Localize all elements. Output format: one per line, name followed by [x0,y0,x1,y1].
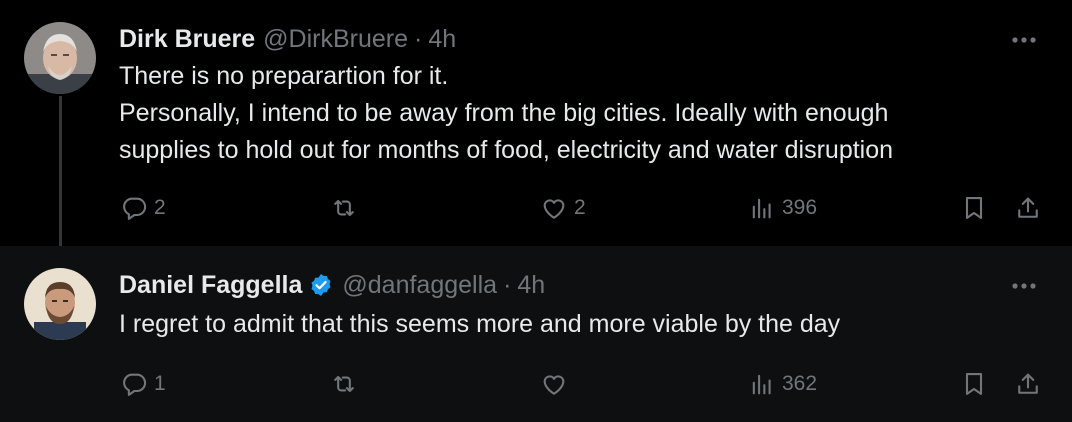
retweet-button[interactable] [330,190,364,226]
reply-button[interactable]: 2 [120,190,166,226]
action-bar: 1 362 [0,366,1072,402]
view-count: 396 [782,196,818,219]
thread-connector-line [59,96,62,261]
tweet[interactable]: Dirk Bruere @DirkBruere · 4h There is no… [0,0,1072,261]
view-count: 362 [782,372,818,395]
header-separator: · [503,270,512,299]
heart-icon [543,375,565,395]
more-options-icon[interactable] [1010,30,1038,50]
tweet-text-line: Personally, I intend to be away from the… [119,99,889,127]
retweet-button[interactable] [330,366,364,402]
views-button[interactable]: 362 [748,366,817,402]
action-bar: 2 2 396 [0,190,1072,226]
avatar[interactable] [24,22,96,94]
verified-badge-icon [308,272,334,298]
header-separator: · [414,24,423,53]
tweet-text-line: There is no preparartion for it. [119,62,449,90]
user-handle[interactable]: @DirkBruere [263,25,408,54]
share-button[interactable] [1014,190,1042,226]
avatar[interactable] [24,268,96,340]
share-icon [1018,373,1038,394]
tweet-header: Dirk Bruere @DirkBruere · 4h [119,24,456,54]
display-name[interactable]: Dirk Bruere [119,25,255,54]
bookmark-icon [965,373,983,395]
share-icon [1018,197,1038,218]
avatar-bearded-man-icon [24,268,96,340]
views-button[interactable]: 396 [748,190,817,226]
analytics-icon [752,374,771,395]
avatar-older-man-icon [24,22,96,94]
bookmark-button[interactable] [960,366,988,402]
reply-icon [123,197,147,220]
bookmark-icon [965,197,983,219]
more-options-icon[interactable] [1010,276,1038,296]
retweet-icon [334,375,354,393]
like-button[interactable] [540,366,574,402]
timestamp[interactable]: 4h [517,271,545,300]
bookmark-button[interactable] [960,190,988,226]
reply-count: 1 [154,372,166,395]
display-name[interactable]: Daniel Faggella [119,271,302,300]
user-handle[interactable]: @danfaggella [342,271,497,300]
heart-icon [543,199,565,219]
tweet-text: There is no preparartion for it. Persona… [119,58,1039,169]
tweet-text-line: supplies to hold out for months of food,… [119,136,894,164]
tweet-header: Daniel Faggella @danfaggella · 4h [119,270,545,300]
like-button[interactable]: 2 [540,190,586,226]
tweet-text: I regret to admit that this seems more a… [119,306,1039,343]
tweet-text-line: I regret to admit that this seems more a… [119,310,841,338]
reply-icon [123,373,147,396]
analytics-icon [752,198,771,219]
retweet-icon [334,199,354,217]
timestamp[interactable]: 4h [428,25,456,54]
reply-count: 2 [154,196,166,219]
reply-button[interactable]: 1 [120,366,166,402]
share-button[interactable] [1014,366,1042,402]
like-count: 2 [574,196,586,219]
